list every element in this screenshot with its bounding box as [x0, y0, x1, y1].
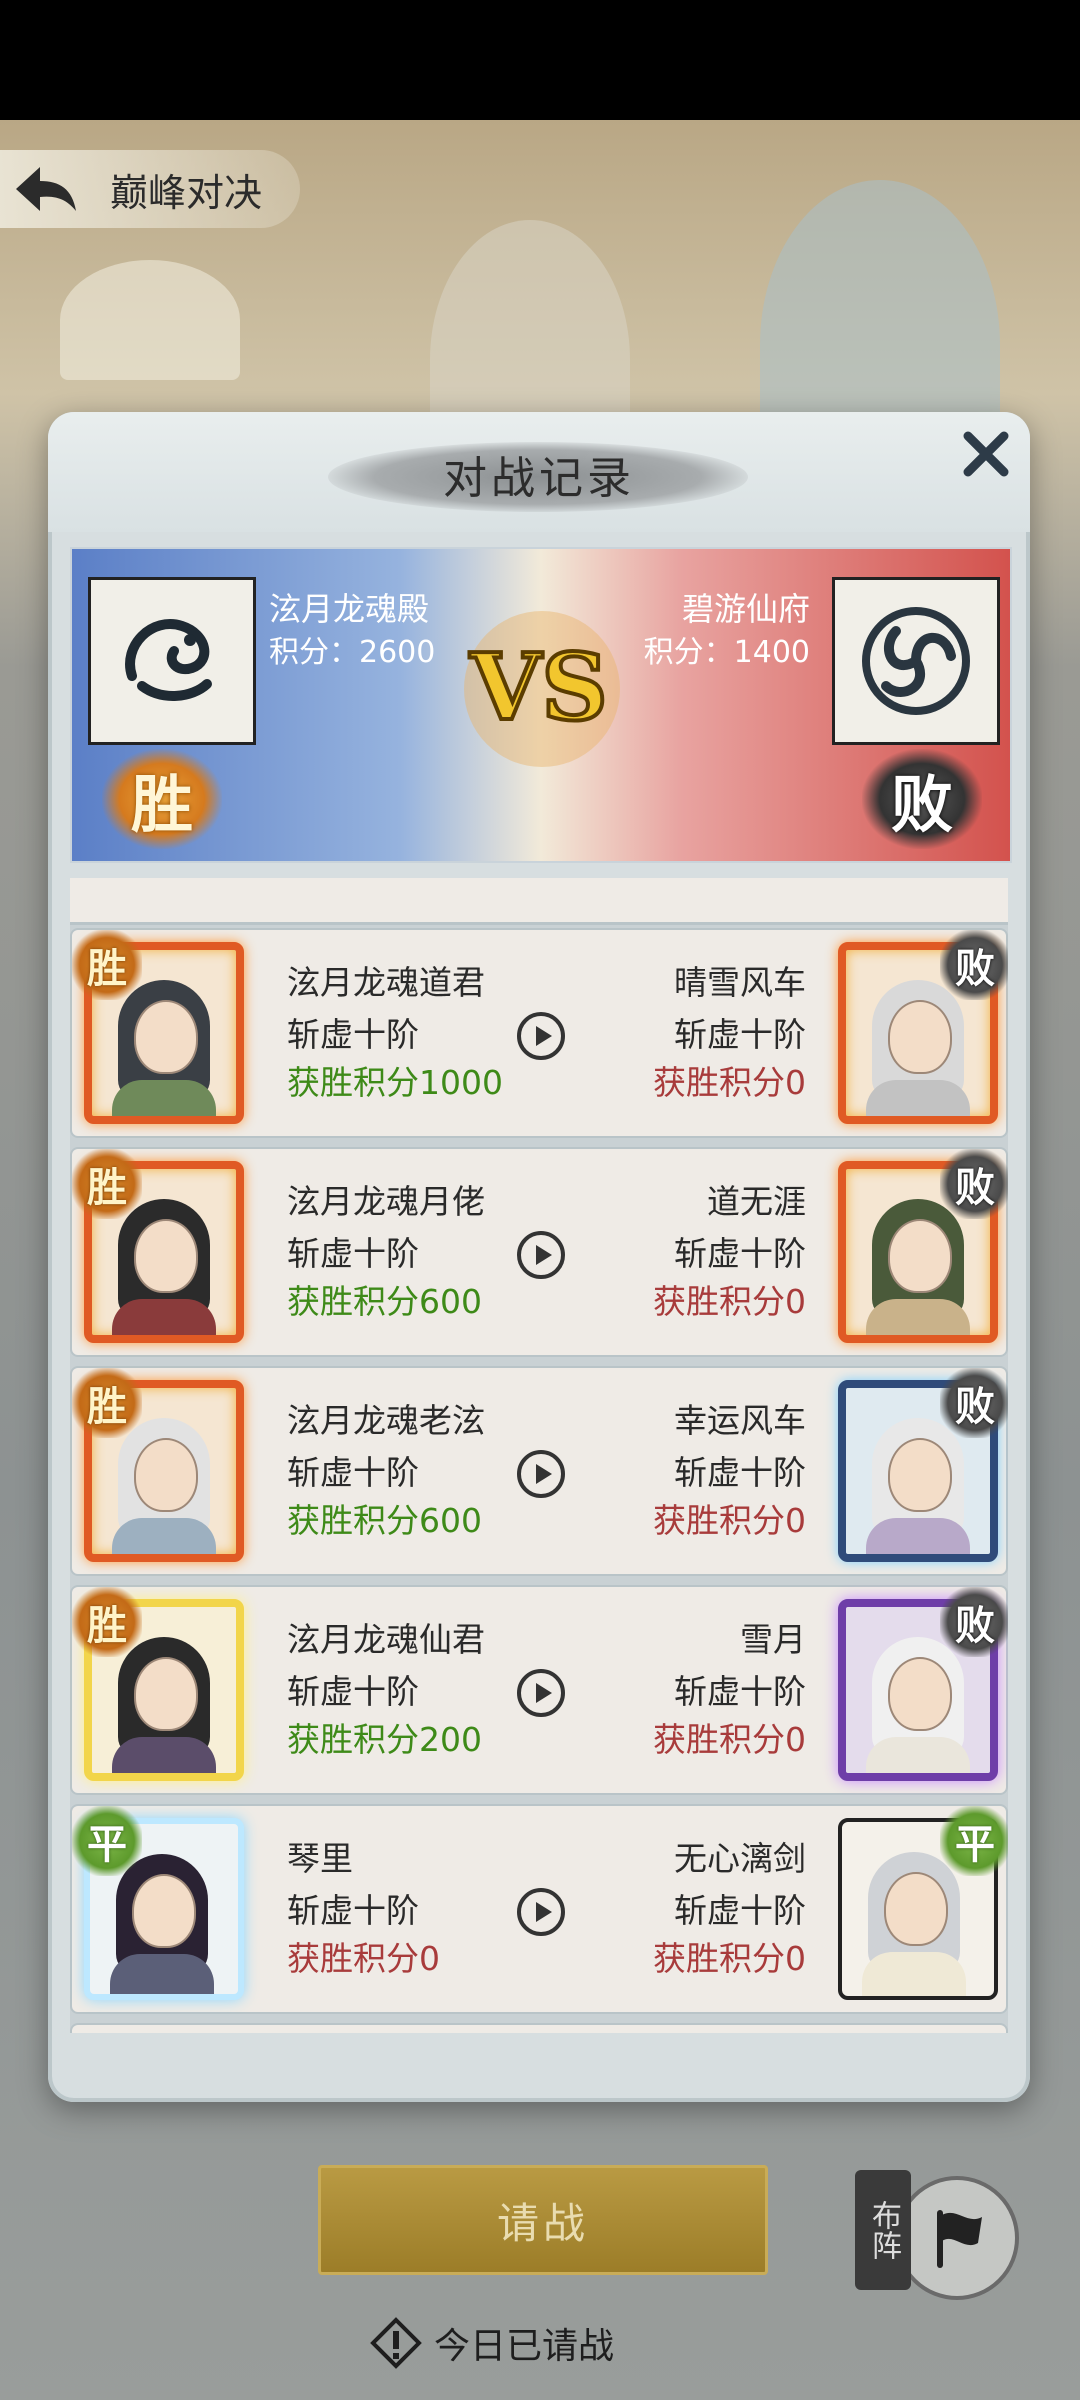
dragon-emblem-icon — [125, 619, 212, 701]
close-icon — [963, 431, 1009, 477]
dialog-title: 对战记录 — [443, 453, 635, 504]
right-team-score: 积分：1400 — [643, 635, 810, 670]
left-player-name: 泫月龙魂仙君 — [287, 1620, 485, 1659]
left-player-rank: 斩虚十阶 — [287, 1453, 419, 1492]
right-player-rank: 斩虚十阶 — [674, 1453, 806, 1492]
replay-button[interactable] — [517, 1231, 565, 1279]
right-result-seal: 败 — [940, 1587, 1008, 1657]
left-player-rank: 斩虚十阶 — [287, 1891, 419, 1930]
left-player-points: 获胜积分200 — [287, 1720, 482, 1759]
left-player-name: 泫月龙魂老泫 — [287, 1401, 485, 1440]
left-player-points: 获胜积分1000 — [287, 1063, 503, 1102]
right-player-name: 道无涯 — [707, 1182, 806, 1221]
left-player-name: 泫月龙魂道君 — [287, 963, 485, 1002]
list-item-partial — [70, 878, 1008, 925]
right-player-name: 无心漓剑 — [674, 1839, 806, 1878]
battle-record-row: 胜 泫月龙魂月佬 斩虚十阶 获胜积分600 道无涯 斩虚十阶 获胜积分0 败 — [70, 1147, 1008, 1357]
warning-diamond-icon — [370, 2317, 422, 2369]
replay-button[interactable] — [517, 1012, 565, 1060]
challenge-button[interactable]: 请战 — [318, 2165, 768, 2275]
right-lose-seal: 败 — [862, 749, 982, 849]
right-team-name: 碧游仙府 — [681, 590, 810, 628]
right-player-rank: 斩虚十阶 — [674, 1891, 806, 1930]
left-win-seal: 胜 — [102, 749, 222, 849]
right-result-seal: 败 — [940, 930, 1008, 1000]
right-result-seal: 败 — [940, 1149, 1008, 1219]
replay-button[interactable] — [517, 1888, 565, 1936]
left-result-seal: 胜 — [72, 1587, 142, 1657]
right-player-name: 幸运风车 — [674, 1401, 806, 1440]
left-player-name: 琴里 — [287, 1839, 353, 1878]
dialog-header: 对战记录 — [48, 412, 1030, 532]
left-player-name: 泫月龙魂月佬 — [287, 1182, 485, 1221]
status-bar — [0, 0, 1080, 120]
match-summary-banner: 泫月龙魂殿 积分：2600 VS 碧游仙府 积分：1400 胜 败 — [70, 547, 1012, 863]
right-player-rank: 斩虚十阶 — [674, 1015, 806, 1054]
vs-icon: VS — [464, 611, 620, 767]
right-player-points: 获胜积分0 — [653, 1063, 806, 1102]
battle-record-row-partial — [70, 2023, 1008, 2033]
battle-record-row: 胜 泫月龙魂道君 斩虚十阶 获胜积分1000 晴雪风车 斩虚十阶 获胜积分0 败 — [70, 928, 1008, 1138]
top-bar: 巅峰对决 — [0, 150, 300, 228]
left-player-rank: 斩虚十阶 — [287, 1672, 419, 1711]
left-player-points: 获胜积分600 — [287, 1282, 482, 1321]
daily-challenge-notice: 今日已请战 — [370, 2315, 614, 2371]
flag-icon — [895, 2176, 1019, 2300]
left-result-seal: 胜 — [72, 930, 142, 1000]
right-player-name: 雪月 — [740, 1620, 806, 1659]
formation-button[interactable]: 布阵 — [855, 2170, 1019, 2300]
swirl-emblem-icon — [862, 607, 970, 715]
battle-record-dialog: 对战记录 泫月龙魂殿 积分：2600 VS 碧游仙府 积分：1400 胜 败 胜… — [48, 412, 1030, 2102]
battle-record-row: 平 琴里 斩虚十阶 获胜积分0 无心漓剑 斩虚十阶 获胜积分0 平 — [70, 1804, 1008, 2014]
right-guild-emblem — [832, 577, 1000, 745]
right-player-rank: 斩虚十阶 — [674, 1672, 806, 1711]
replay-button[interactable] — [517, 1450, 565, 1498]
left-team-name: 泫月龙魂殿 — [269, 590, 430, 628]
vs-text: VS — [469, 633, 608, 741]
right-player-points: 获胜积分0 — [653, 1282, 806, 1321]
right-result-seal: 平 — [940, 1806, 1008, 1876]
left-result-seal: 胜 — [72, 1149, 142, 1219]
replay-button[interactable] — [517, 1669, 565, 1717]
left-player-points: 获胜积分600 — [287, 1501, 482, 1540]
left-guild-emblem — [88, 577, 256, 745]
right-player-points: 获胜积分0 — [653, 1501, 806, 1540]
left-player-rank: 斩虚十阶 — [287, 1015, 419, 1054]
right-player-points: 获胜积分0 — [653, 1720, 806, 1759]
right-result-seal: 败 — [940, 1368, 1008, 1438]
back-arrow-icon — [16, 167, 76, 211]
right-player-rank: 斩虚十阶 — [674, 1234, 806, 1273]
close-button[interactable] — [958, 426, 1014, 482]
page-title: 巅峰对决 — [110, 170, 263, 215]
right-player-name: 晴雪风车 — [674, 963, 806, 1002]
back-button[interactable] — [0, 150, 90, 228]
left-player-rank: 斩虚十阶 — [287, 1234, 419, 1273]
formation-label: 布阵 — [855, 2170, 911, 2290]
battle-record-list[interactable]: 胜 泫月龙魂道君 斩虚十阶 获胜积分1000 晴雪风车 斩虚十阶 获胜积分0 败 — [70, 878, 1008, 2033]
left-result-seal: 平 — [72, 1806, 142, 1876]
battle-record-row: 胜 泫月龙魂仙君 斩虚十阶 获胜积分200 雪月 斩虚十阶 获胜积分0 败 — [70, 1585, 1008, 1795]
left-result-seal: 胜 — [72, 1368, 142, 1438]
left-player-points: 获胜积分0 — [287, 1939, 440, 1978]
battle-record-row: 胜 泫月龙魂老泫 斩虚十阶 获胜积分600 幸运风车 斩虚十阶 获胜积分0 败 — [70, 1366, 1008, 1576]
right-player-points: 获胜积分0 — [653, 1939, 806, 1978]
left-team-score: 积分：2600 — [269, 635, 436, 670]
